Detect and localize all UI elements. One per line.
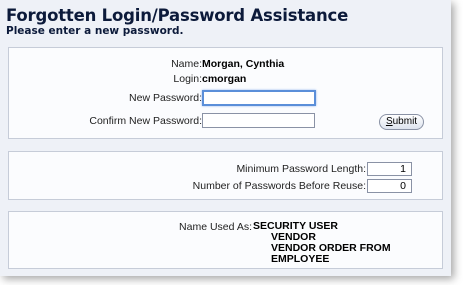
reuse-label: Number of Passwords Before Reuse: [192, 180, 366, 192]
roles-list: SECURITY USER VENDOR VENDOR ORDER FROM E… [253, 221, 391, 265]
page-title: Forgotten Login/Password Assistance [6, 6, 349, 25]
header: Forgotten Login/Password Assistance Plea… [6, 6, 348, 37]
login-label: Login: [173, 73, 202, 85]
confirm-password-label: Confirm New Password: [89, 115, 202, 127]
name-label: Name: [171, 58, 202, 70]
name-value: Morgan, Cynthia [202, 58, 285, 70]
roles-label: Name Used As: [179, 221, 252, 233]
new-password-field[interactable] [202, 90, 316, 106]
login-value: cmorgan [202, 73, 247, 85]
role-item: EMPLOYEE [271, 253, 330, 265]
submit-label: ubmit [392, 116, 418, 127]
reuse-value: 0 [367, 179, 412, 193]
min-length-label: Minimum Password Length: [236, 163, 366, 175]
min-length-value: 1 [367, 162, 412, 176]
submit-button[interactable]: Submit [379, 114, 424, 130]
new-password-label: New Password: [129, 92, 202, 104]
confirm-password-field[interactable] [202, 113, 315, 128]
dialog-window: Forgotten Login/Password Assistance Plea… [0, 0, 451, 276]
submit-accesskey: S [385, 116, 393, 127]
page-subtitle: Please enter a new password. [6, 25, 184, 37]
